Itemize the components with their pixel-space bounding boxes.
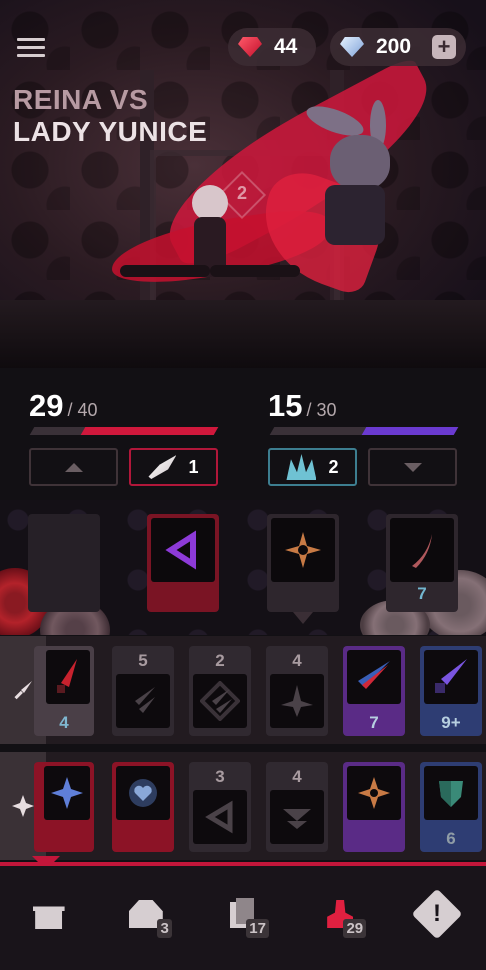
double-dagger-icon [116,674,170,728]
arrow-up-icon [64,462,83,472]
inventory-row-skill: 3 4 6 [0,752,486,860]
board-slot-player[interactable] [147,514,219,612]
enemy-intent-value: 2 [328,456,339,477]
enemy-scroll-down-button[interactable] [368,448,457,486]
card-shield[interactable]: 6 [420,762,482,852]
card-count: 5 [138,651,148,670]
ruby-counter: 44 [228,28,316,66]
enemy-hp-bar [269,427,459,435]
nav-deck[interactable]: 17 [213,884,273,944]
card-count: 2 [215,651,225,670]
nav-alert[interactable]: ! [407,884,467,944]
diamond-counter: 200 + [330,28,466,66]
title-line-1: REINA VS [13,84,149,115]
chevron-down-icon [270,790,324,844]
card-cross-dagger[interactable]: 2 [189,646,251,736]
enemy-hp-fill [361,427,459,435]
enemy-hp-current: 15 [268,388,303,423]
card-compass-star[interactable] [343,762,405,852]
title-line-2: LADY YUNICE [13,116,208,147]
card-count: 9+ [441,713,461,732]
card-triangle[interactable]: 3 [189,762,251,852]
violet-dagger-icon [424,650,478,704]
player-intent-value: 1 [188,456,199,477]
card-blue-dagger[interactable]: 9+ [420,646,482,736]
triangle-icon [193,790,247,844]
crystal-icon [286,454,317,480]
card-blue-sparkle[interactable] [34,762,94,852]
add-diamonds-button[interactable]: + [432,35,456,59]
card-count: 4 [59,713,69,732]
bottom-nav: 3 17 29 ! [0,866,486,970]
lady-yunice-character [300,100,410,250]
alert-icon: ! [411,888,463,940]
nav-badge: 17 [246,919,269,938]
battle-title: REINA VS LADY YUNICE [13,84,207,148]
reina-character [120,185,300,305]
triangle-icon [151,518,215,582]
player-intent[interactable]: 1 [129,448,218,486]
board: 7 [0,500,486,635]
blue-sparkle-icon [44,766,90,820]
gift-icon [32,906,65,929]
player-hp-bar [29,427,219,435]
nav-gift[interactable] [19,884,79,944]
star-compass-icon [347,766,401,820]
player-hp: 29/ 40 [29,388,98,424]
spike-icon [270,674,324,728]
nav-player[interactable]: 29 [310,884,370,944]
card-count: 4 [292,767,302,786]
heart-shield-icon [116,766,170,820]
nav-chest[interactable]: 3 [116,884,176,944]
ruby-amount: 44 [274,35,298,58]
card-heart-shield[interactable] [112,762,174,852]
battle-scene: 2 44 200 + REINA VS LADY YUNICE [0,0,486,368]
arrow-down-icon [403,462,422,472]
nav-badge: 29 [343,919,367,938]
board-slot-enemy[interactable] [267,514,339,624]
ruby-icon [238,37,262,57]
dual-blade-icon [347,650,401,704]
board-slot-empty[interactable] [28,514,100,612]
card-count: 6 [446,829,456,848]
player-hp-current: 29 [29,388,64,423]
enemy-intent[interactable]: 2 [268,448,357,486]
nav-badge: 3 [157,919,172,938]
player-hp-fill [80,427,219,435]
card-red-dagger[interactable]: 4 [34,646,94,736]
card-count: 4 [292,651,302,670]
inventory-row-attack: 4 5 2 4 7 9+ [0,636,486,744]
diamond-icon [340,37,364,57]
diamond-amount: 200 [376,35,412,58]
card-purple-dagger[interactable]: 7 [343,646,405,736]
menu-icon[interactable] [17,38,45,58]
card-chevron[interactable]: 4 [266,762,328,852]
player-scroll-up-button[interactable] [29,448,118,486]
enemy-hp-max: / 30 [306,400,337,420]
claw-icon [390,518,454,582]
floor [0,300,486,368]
red-dagger-icon [46,650,90,704]
card-count: 7 [369,713,379,732]
card-count: 3 [215,767,225,786]
enemy-hp: 15/ 30 [268,388,337,424]
slot-pointer [293,612,313,624]
player-hp-max: / 40 [67,400,98,420]
card-spike[interactable]: 4 [266,646,328,736]
star-compass-icon [271,518,335,582]
shield-icon [424,766,478,820]
card-double-dagger[interactable]: 5 [112,646,174,736]
board-slot-queue[interactable]: 7 [386,514,458,612]
feather-icon [148,455,177,479]
slot-count: 7 [417,584,427,603]
cross-dagger-icon [193,674,247,728]
